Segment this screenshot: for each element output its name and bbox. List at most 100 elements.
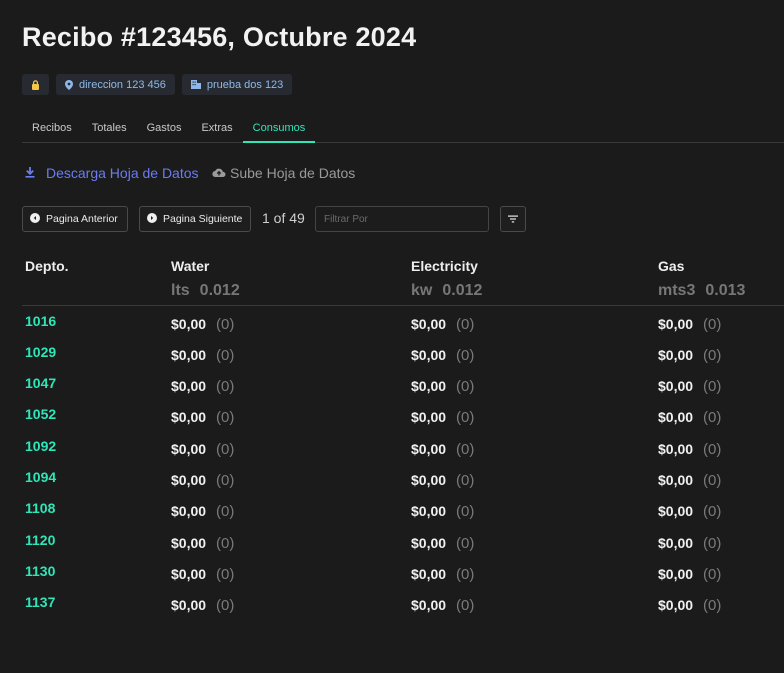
- gas-unit-rate: mts3 0.013: [658, 282, 745, 300]
- water-amount: $0,00: [171, 378, 207, 394]
- previous-circle-icon: [30, 212, 40, 226]
- location-pin-icon: [65, 79, 73, 90]
- gas-unit: mts3: [658, 282, 696, 299]
- tab-extras[interactable]: Extras: [191, 114, 242, 143]
- gas-cell: $0,00 (0): [658, 378, 721, 395]
- water-rate: 0.012: [199, 282, 240, 299]
- electricity-qty: (0): [456, 535, 475, 552]
- gas-cell: $0,00 (0): [658, 316, 721, 333]
- gas-amount: $0,00: [658, 503, 694, 519]
- electricity-cell: $0,00 (0): [411, 441, 474, 458]
- electricity-amount: $0,00: [411, 566, 447, 582]
- gas-amount: $0,00: [658, 378, 694, 394]
- electricity-qty: (0): [456, 597, 475, 614]
- gas-cell: $0,00 (0): [658, 441, 721, 458]
- gas-amount: $0,00: [658, 535, 694, 551]
- gas-qty: (0): [703, 378, 722, 395]
- electricity-qty: (0): [456, 316, 475, 333]
- water-qty: (0): [216, 472, 235, 489]
- gas-qty: (0): [703, 409, 722, 426]
- water-qty: (0): [216, 441, 235, 458]
- filter-button[interactable]: [500, 206, 526, 232]
- depto-link[interactable]: 1108: [25, 500, 55, 516]
- electricity-amount: $0,00: [411, 316, 447, 332]
- water-amount: $0,00: [171, 503, 207, 519]
- water-cell: $0,00 (0): [171, 316, 234, 333]
- upload-data-sheet-link[interactable]: Sube Hoja de Datos: [212, 165, 355, 181]
- download-data-sheet-link[interactable]: Descarga Hoja de Datos: [24, 165, 199, 181]
- download-icon: [24, 165, 36, 181]
- gas-qty: (0): [703, 347, 722, 364]
- table-row: 1130 $0,00 (0) $0,00 (0) $0,00 (0): [0, 563, 784, 594]
- table-row: 1094 $0,00 (0) $0,00 (0) $0,00 (0): [0, 469, 784, 500]
- water-qty: (0): [216, 566, 235, 583]
- electricity-qty: (0): [456, 472, 475, 489]
- tab-gastos[interactable]: Gastos: [137, 114, 192, 143]
- water-cell: $0,00 (0): [171, 472, 234, 489]
- water-cell: $0,00 (0): [171, 409, 234, 426]
- depto-link[interactable]: 1094: [25, 469, 56, 485]
- depto-link[interactable]: 1047: [25, 375, 56, 391]
- table-row: 1108 $0,00 (0) $0,00 (0) $0,00 (0): [0, 500, 784, 531]
- building-icon: [190, 80, 201, 89]
- depto-link[interactable]: 1052: [25, 406, 56, 422]
- building-label: prueba dos 123: [206, 78, 284, 91]
- gas-cell: $0,00 (0): [658, 503, 721, 520]
- tab-consumos[interactable]: Consumos: [242, 114, 316, 143]
- water-amount: $0,00: [171, 597, 207, 613]
- table-row: 1120 $0,00 (0) $0,00 (0) $0,00 (0): [0, 532, 784, 563]
- water-cell: $0,00 (0): [171, 347, 234, 364]
- water-amount: $0,00: [171, 316, 207, 332]
- address-chip: direccion 123 456: [56, 74, 175, 95]
- water-qty: (0): [216, 597, 235, 614]
- water-amount: $0,00: [171, 535, 207, 551]
- depto-link[interactable]: 1016: [25, 313, 56, 329]
- depto-link[interactable]: 1137: [25, 594, 55, 610]
- water-cell: $0,00 (0): [171, 566, 234, 583]
- upload-label: Sube Hoja de Datos: [230, 165, 356, 181]
- water-qty: (0): [216, 535, 235, 552]
- electricity-amount: $0,00: [411, 535, 447, 551]
- water-amount: $0,00: [171, 566, 207, 582]
- electricity-amount: $0,00: [411, 441, 447, 457]
- column-header-electricity: Electricity: [411, 258, 478, 274]
- table-row: 1029 $0,00 (0) $0,00 (0) $0,00 (0): [0, 344, 784, 375]
- table-row: 1016 $0,00 (0) $0,00 (0) $0,00 (0): [0, 313, 784, 344]
- electricity-cell: $0,00 (0): [411, 535, 474, 552]
- gas-amount: $0,00: [658, 316, 694, 332]
- electricity-qty: (0): [456, 441, 475, 458]
- water-cell: $0,00 (0): [171, 378, 234, 395]
- water-qty: (0): [216, 378, 235, 395]
- gas-cell: $0,00 (0): [658, 535, 721, 552]
- tab-recibos[interactable]: Recibos: [22, 114, 82, 143]
- filter-input[interactable]: [315, 206, 489, 232]
- next-page-button[interactable]: Pagina Siguiente: [139, 206, 251, 232]
- previous-page-button[interactable]: Pagina Anterior: [22, 206, 128, 232]
- info-chips: direccion 123 456 prueba dos 123: [22, 74, 293, 95]
- depto-link[interactable]: 1092: [25, 438, 56, 454]
- gas-amount: $0,00: [658, 472, 694, 488]
- gas-amount: $0,00: [658, 441, 694, 457]
- electricity-qty: (0): [456, 409, 475, 426]
- electricity-amount: $0,00: [411, 378, 447, 394]
- gas-rate: 0.013: [705, 282, 746, 299]
- depto-link[interactable]: 1130: [25, 563, 55, 579]
- table-row: 1052 $0,00 (0) $0,00 (0) $0,00 (0): [0, 406, 784, 437]
- gas-amount: $0,00: [658, 566, 694, 582]
- depto-link[interactable]: 1029: [25, 344, 56, 360]
- page-title: Recibo #123456, Octubre 2024: [22, 22, 417, 52]
- address-label: direccion 123 456: [79, 78, 166, 91]
- gas-cell: $0,00 (0): [658, 472, 721, 489]
- gas-amount: $0,00: [658, 597, 694, 613]
- page-count: 1 of 49: [262, 210, 305, 226]
- electricity-cell: $0,00 (0): [411, 597, 474, 614]
- tab-totales[interactable]: Totales: [82, 114, 137, 143]
- gas-qty: (0): [703, 472, 722, 489]
- electricity-qty: (0): [456, 378, 475, 395]
- gas-qty: (0): [703, 566, 722, 583]
- table-row: 1137 $0,00 (0) $0,00 (0) $0,00 (0): [0, 594, 784, 625]
- cloud-upload-icon: [212, 165, 226, 181]
- next-page-label: Pagina Siguiente: [163, 213, 243, 225]
- depto-link[interactable]: 1120: [25, 532, 55, 548]
- gas-qty: (0): [703, 535, 722, 552]
